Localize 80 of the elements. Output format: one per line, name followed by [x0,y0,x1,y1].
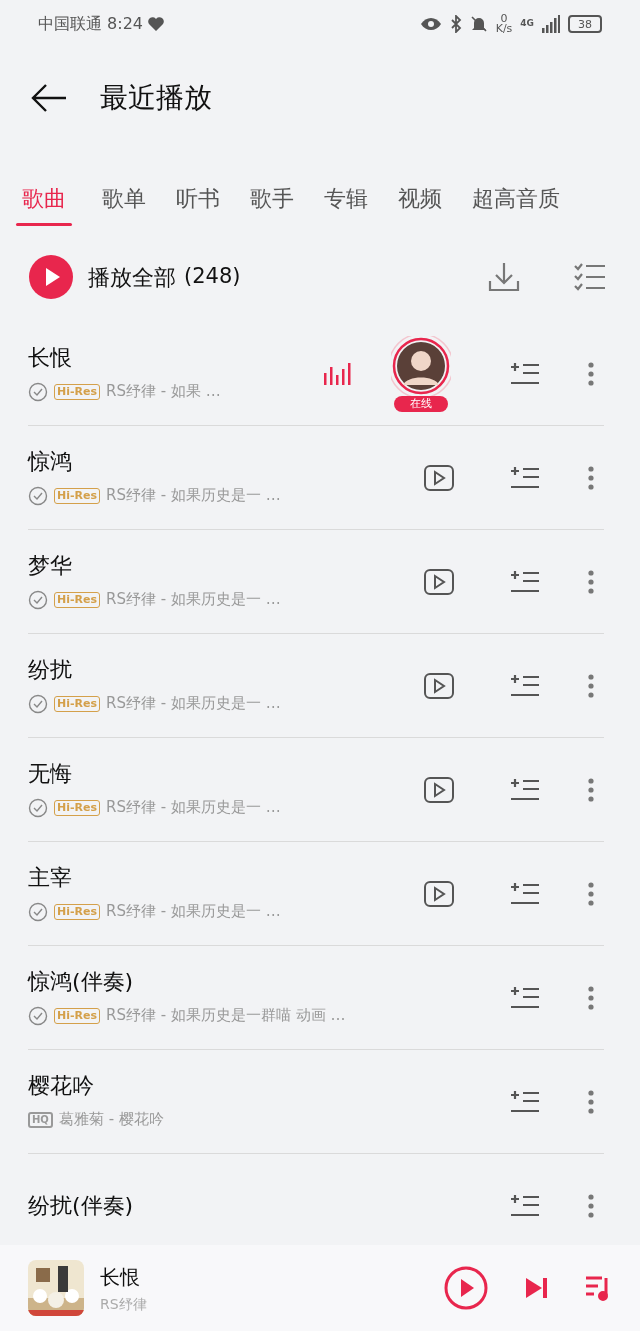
battery-percent: 38 [578,18,592,30]
speed-unit: K/s [495,24,513,34]
tab[interactable]: 歌手 [250,182,294,215]
speed-value: 0 [500,14,508,24]
play-all-icon[interactable] [28,254,74,300]
hi-res-tag: Hi-Res [54,695,101,712]
more-icon[interactable] [588,1088,594,1115]
video-icon[interactable] [424,464,454,491]
heart-icon [147,16,165,32]
hq-tag: HQ [28,1111,53,1128]
add-to-playlist-icon[interactable] [510,984,540,1011]
eye-icon [419,17,442,31]
now-playing-title: 长恨 [100,1263,141,1291]
add-to-playlist-icon[interactable] [510,360,540,387]
play-button[interactable] [444,1266,488,1310]
video-icon[interactable] [424,672,454,699]
song-title[interactable]: 惊鸿 [28,448,424,477]
tab[interactable]: 听书 [176,182,220,215]
tab[interactable]: 歌曲 [16,182,72,226]
more-icon[interactable] [588,1192,594,1219]
page-title: 最近播放 [100,80,212,116]
now-playing-artist: RS纾律 [100,1294,147,1314]
song-title[interactable]: 纷扰 [28,656,424,685]
song-title[interactable]: 纷扰(伴奏) [28,1191,454,1220]
signal-icon [542,15,560,33]
song-artist-album: RS纾律 - 如果历史是一 … [106,589,281,611]
hi-res-tag: Hi-Res [54,591,101,608]
video-icon[interactable] [424,880,454,907]
tab-underline [16,223,72,226]
more-icon[interactable] [588,984,594,1011]
hi-res-tag: Hi-Res [54,903,101,920]
hi-res-tag: Hi-Res [54,1007,101,1024]
video-icon[interactable] [424,568,454,595]
hi-res-tag: Hi-Res [54,383,101,400]
song-title[interactable]: 长恨 [28,344,324,373]
back-arrow-icon[interactable] [30,83,68,113]
video-icon[interactable] [424,776,454,803]
song-title[interactable]: 惊鸿(伴奏) [28,968,454,997]
song-artist-album: RS纾律 - 如果历史是一 … [106,901,281,923]
song-artist-album: 葛雅菊 - 樱花吟 [58,1109,164,1131]
song-artist-album: RS纾律 - 如果历史是一 … [106,485,281,507]
song-title[interactable]: 梦华 [28,552,424,581]
tab[interactable]: 歌单 [102,182,146,215]
add-to-playlist-icon[interactable] [510,1192,540,1219]
tab[interactable]: 视频 [398,182,442,215]
hi-res-tag: Hi-Res [54,799,101,816]
add-to-playlist-icon[interactable] [510,672,540,699]
song-artist-album: RS纾律 - 如果历史是一 … [106,693,281,715]
more-icon[interactable] [588,776,594,803]
next-track-icon[interactable] [524,1276,548,1300]
download-icon[interactable] [488,261,520,293]
equalizer-icon [324,362,352,385]
tab[interactable]: 专辑 [324,182,368,215]
song-count: (248) [184,263,241,291]
song-artist-album: RS纾律 - 如果历史是一群喵 动画 … [106,1005,346,1027]
online-badge: 在线 [394,395,448,412]
multi-select-icon[interactable] [574,262,606,292]
more-icon[interactable] [588,672,594,699]
more-icon[interactable] [588,464,594,491]
add-to-playlist-icon[interactable] [510,568,540,595]
song-title[interactable]: 主宰 [28,864,424,893]
add-to-playlist-icon[interactable] [510,464,540,491]
hi-res-tag: Hi-Res [54,487,101,504]
add-to-playlist-icon[interactable] [510,776,540,803]
more-icon[interactable] [588,568,594,595]
song-title[interactable]: 樱花吟 [28,1072,454,1101]
network-type: 4G [520,17,534,31]
more-icon[interactable] [588,360,594,387]
carrier-time: 中国联通 8:24 [38,13,143,35]
song-artist-album: RS纾律 - 如果历史是一 … [106,797,281,819]
muted-bell-icon [469,15,488,33]
bluetooth-icon [449,15,462,33]
song-title[interactable]: 无悔 [28,760,424,789]
tab[interactable]: 超高音质 [472,182,560,215]
avatar[interactable] [391,335,451,396]
add-to-playlist-icon[interactable] [510,880,540,907]
add-to-playlist-icon[interactable] [510,1088,540,1115]
song-artist-album: RS纾律 - 如果 … [106,381,221,403]
play-all-label[interactable]: 播放全部 [88,260,176,294]
more-icon[interactable] [588,880,594,907]
